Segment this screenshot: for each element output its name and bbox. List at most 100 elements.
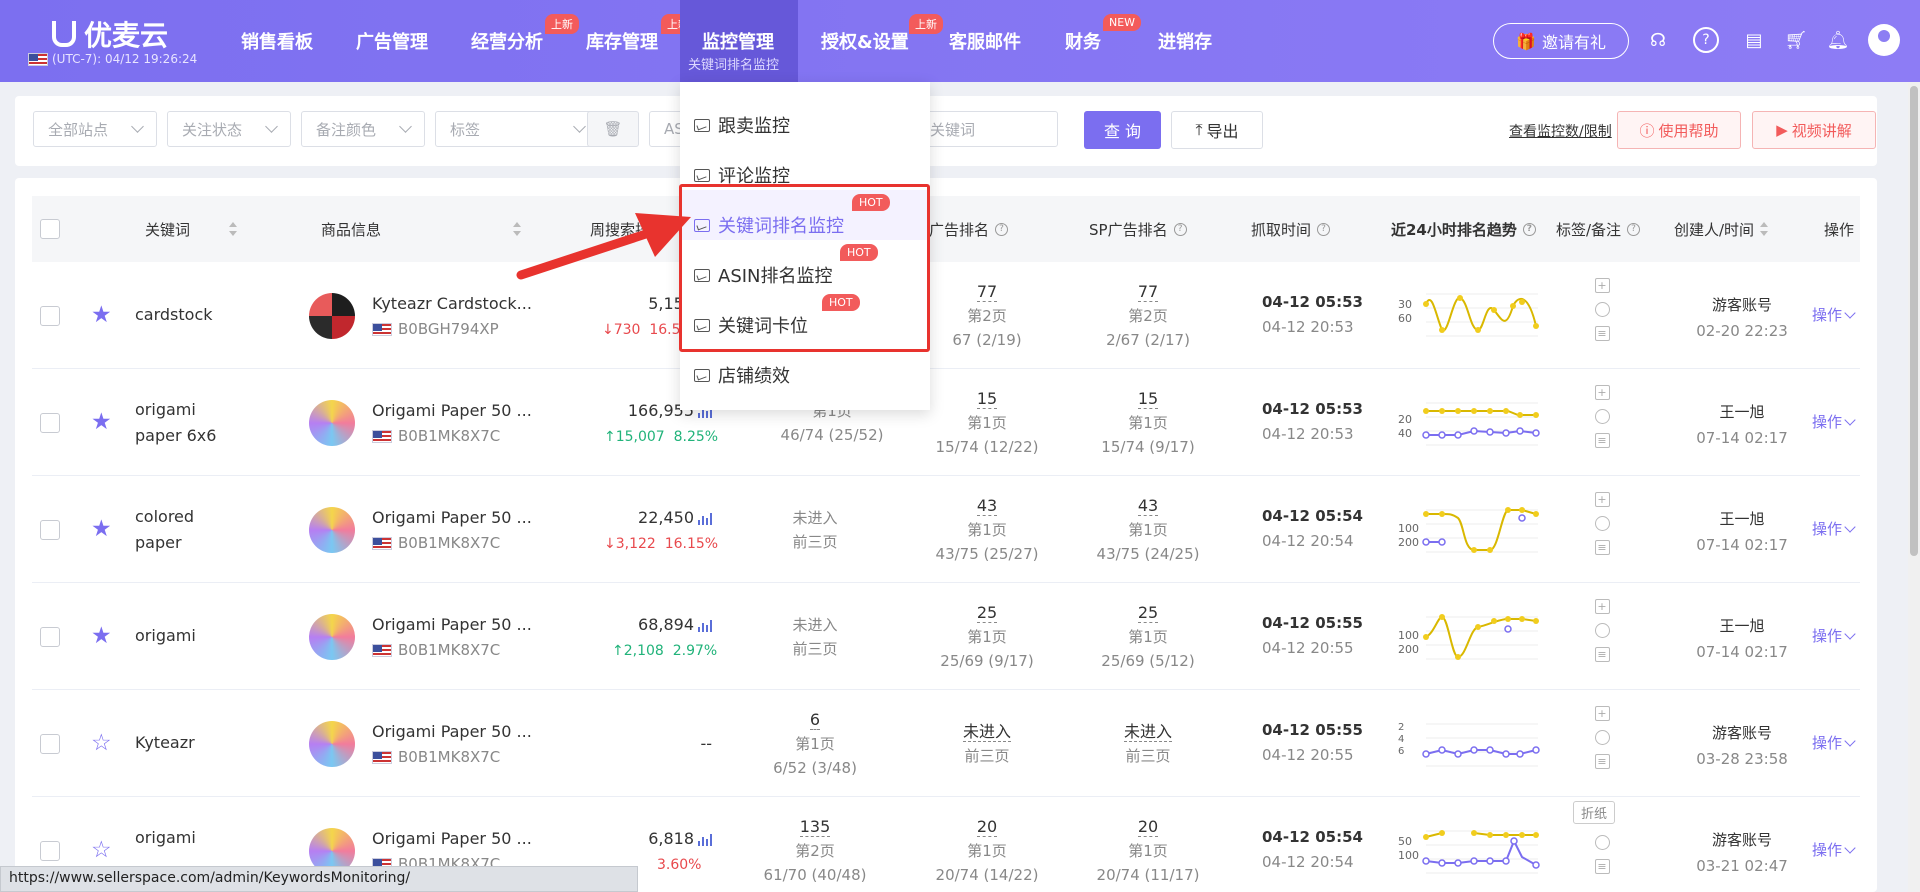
trend-sparkline[interactable]: 100 200: [1398, 500, 1543, 560]
header-fetch-time[interactable]: 抓取时间?: [1251, 196, 1331, 262]
note-icon[interactable]: ≡: [1594, 647, 1610, 662]
follow-status-select[interactable]: 关注状态: [167, 111, 291, 147]
sp-rank-number[interactable]: 77: [1137, 283, 1159, 302]
tag-select[interactable]: 标签: [435, 111, 599, 147]
color-dot-icon[interactable]: [1594, 730, 1610, 745]
note-icon[interactable]: ≡: [1594, 754, 1610, 769]
product-name[interactable]: Origami Paper 50 ...: [372, 508, 532, 527]
ad-rank-status[interactable]: 未进入: [962, 723, 1011, 742]
keyword-text[interactable]: origami paper 6x6: [135, 397, 216, 449]
trend-sparkline[interactable]: 30 60: [1398, 286, 1543, 346]
note-icon[interactable]: ≡: [1594, 326, 1610, 341]
operation-dropdown[interactable]: 操作: [1812, 839, 1856, 860]
star-filled-icon[interactable]: ★: [91, 409, 112, 435]
color-dot-icon[interactable]: [1594, 516, 1610, 531]
star-outline-icon[interactable]: ☆: [91, 730, 112, 756]
product-asin[interactable]: B0B1MK8X7C: [372, 641, 500, 659]
add-tag-icon[interactable]: +: [1594, 706, 1610, 721]
view-limit-link[interactable]: 查看监控数/限制: [1509, 121, 1612, 141]
star-filled-icon[interactable]: ★: [91, 516, 112, 542]
product-name[interactable]: Origami Paper 50 ...: [372, 722, 532, 741]
sp-rank-number[interactable]: 20: [1137, 818, 1159, 837]
video-button[interactable]: ▶ 视频讲解: [1752, 111, 1876, 149]
header-creator[interactable]: 创建人/时间: [1674, 196, 1769, 262]
nav-auth-settings[interactable]: 授权&设置: [821, 28, 909, 54]
help-icon[interactable]: ?: [1692, 26, 1720, 54]
export-button[interactable]: ⤒ 导出: [1171, 111, 1263, 149]
product-image[interactable]: [309, 721, 355, 767]
note-color-select[interactable]: 备注颜色: [301, 111, 425, 147]
sp-rank-number[interactable]: 25: [1137, 604, 1159, 623]
product-image[interactable]: [309, 293, 355, 339]
row-checkbox[interactable]: [40, 627, 60, 647]
product-image[interactable]: [309, 400, 355, 446]
operation-dropdown[interactable]: 操作: [1812, 732, 1856, 753]
star-outline-icon[interactable]: ☆: [91, 837, 112, 863]
keyword-text[interactable]: Kyteazr: [135, 730, 195, 756]
nav-purchase-sales[interactable]: 进销存: [1158, 28, 1212, 54]
color-dot-icon[interactable]: [1594, 623, 1610, 638]
add-tag-icon[interactable]: +: [1594, 599, 1610, 614]
page-scrollbar[interactable]: [1908, 82, 1920, 892]
bell-icon[interactable]: 🔔︎: [1824, 26, 1852, 54]
header-sp-rank[interactable]: SP广告排名?: [1089, 196, 1187, 262]
color-dot-icon[interactable]: [1594, 835, 1610, 850]
add-tag-icon[interactable]: +: [1594, 492, 1610, 507]
headset-icon[interactable]: ☊: [1644, 26, 1672, 54]
header-tag[interactable]: 标签/备注?: [1556, 196, 1641, 262]
menu-item-follow-sell[interactable]: 跟卖监控: [694, 112, 790, 138]
color-dot-icon[interactable]: [1594, 409, 1610, 424]
avatar-icon[interactable]: [1868, 24, 1900, 56]
nav-business-analysis[interactable]: 经营分析: [471, 28, 543, 54]
trend-sparkline[interactable]: 20 40: [1398, 393, 1543, 453]
product-name[interactable]: Kyteazr Cardstock...: [372, 294, 532, 313]
star-filled-icon[interactable]: ★: [91, 623, 112, 649]
product-name[interactable]: Origami Paper 50 ...: [372, 401, 532, 420]
star-filled-icon[interactable]: ★: [91, 302, 112, 328]
header-trend[interactable]: 近24小时排名趋势?: [1391, 196, 1536, 262]
bar-chart-icon[interactable]: [698, 512, 714, 526]
operation-dropdown[interactable]: 操作: [1812, 411, 1856, 432]
keyword-text[interactable]: cardstock: [135, 302, 213, 328]
nav-finance[interactable]: 财务: [1065, 28, 1101, 54]
product-name[interactable]: Origami Paper 50 ...: [372, 615, 532, 634]
invite-button[interactable]: 🎁 邀请有礼: [1493, 23, 1629, 59]
site-select[interactable]: 全部站点: [33, 111, 157, 147]
keyword-text[interactable]: origami: [135, 623, 196, 649]
note-icon[interactable]: ≡: [1594, 859, 1610, 874]
header-keyword[interactable]: 关键词: [145, 196, 190, 262]
menu-item-store-performance[interactable]: 店铺绩效: [694, 362, 790, 388]
row-checkbox[interactable]: [40, 306, 60, 326]
product-asin[interactable]: B0B1MK8X7C: [372, 427, 500, 445]
trend-sparkline[interactable]: 2 4 6: [1398, 714, 1543, 774]
trash-button[interactable]: 🗑︎: [587, 111, 639, 147]
row-checkbox[interactable]: [40, 413, 60, 433]
select-all-checkbox[interactable]: [40, 219, 60, 239]
trend-sparkline[interactable]: 100 200: [1398, 607, 1543, 667]
ad-rank-number[interactable]: 20: [976, 818, 998, 837]
natural-rank-number[interactable]: 6: [809, 711, 821, 730]
product-asin[interactable]: B0B1MK8X7C: [372, 534, 500, 552]
logo[interactable]: 优麦云: [52, 14, 168, 54]
product-image[interactable]: [309, 507, 355, 553]
nav-monitoring-active[interactable]: 监控管理 关键词排名监控: [680, 0, 798, 82]
row-checkbox[interactable]: [40, 841, 60, 861]
sort-keyword[interactable]: [229, 196, 237, 262]
keyword-text[interactable]: origami: [135, 825, 196, 851]
nav-inventory[interactable]: 库存管理: [586, 28, 658, 54]
add-tag-icon[interactable]: +: [1594, 385, 1610, 400]
operation-dropdown[interactable]: 操作: [1812, 518, 1856, 539]
bar-chart-icon[interactable]: [698, 619, 714, 633]
trend-sparkline[interactable]: 50 100: [1398, 821, 1543, 881]
message-icon[interactable]: ▤: [1740, 26, 1768, 54]
product-image[interactable]: [309, 614, 355, 660]
note-icon[interactable]: ≡: [1594, 540, 1610, 555]
add-tag-icon[interactable]: +: [1594, 278, 1610, 293]
natural-rank-number[interactable]: 135: [799, 818, 831, 837]
keyword-text[interactable]: colored paper: [135, 504, 194, 556]
sp-rank-number[interactable]: 15: [1137, 390, 1159, 409]
nav-ad-management[interactable]: 广告管理: [356, 28, 428, 54]
product-asin[interactable]: B0B1MK8X7C: [372, 748, 500, 766]
help-button[interactable]: ⓘ 使用帮助: [1617, 111, 1741, 149]
color-dot-icon[interactable]: [1594, 302, 1610, 317]
